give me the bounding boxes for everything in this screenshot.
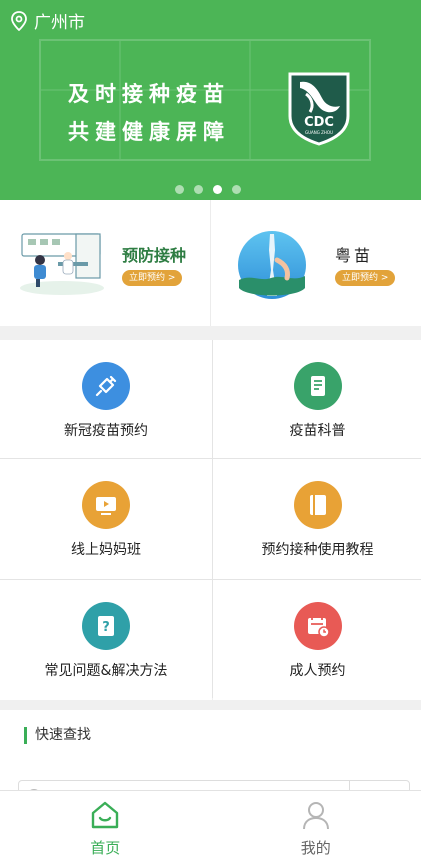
calendar-clock-icon bbox=[293, 602, 342, 650]
tab-home[interactable]: 首页 bbox=[0, 791, 211, 860]
banner-carousel[interactable]: 广州市 及时接种疫苗 共建健康屏障 CDC GUANG ZHOU bbox=[0, 0, 421, 200]
service-grid: 新冠疫苗预约 疫苗科普 线上妈妈班 预约接种使用教程 ? 常见问题&解决方法 成… bbox=[0, 340, 421, 700]
tab-mine[interactable]: 我的 bbox=[211, 791, 421, 860]
tab-label: 首页 bbox=[90, 839, 121, 857]
location-pin-icon bbox=[11, 10, 27, 31]
feature-card-vaccination[interactable]: 预防接种 立即预约 > bbox=[0, 200, 210, 326]
book-icon bbox=[293, 481, 342, 529]
grid-item-faq[interactable]: ? 常见问题&解决方法 bbox=[0, 580, 212, 700]
grid-item-online-mom-class[interactable]: 线上妈妈班 bbox=[0, 459, 212, 579]
banner-slogan-line2: 共建健康屏障 bbox=[68, 120, 230, 144]
carousel-dot[interactable] bbox=[175, 185, 184, 194]
feature-card-yuemiao[interactable]: 粤苗 立即预约 > bbox=[210, 200, 421, 326]
tab-label: 我的 bbox=[300, 839, 331, 857]
book-now-button[interactable]: 立即预约 > bbox=[122, 270, 183, 286]
clinic-illustration bbox=[20, 233, 104, 295]
grid-item-adult-booking[interactable]: 成人预约 bbox=[213, 580, 421, 700]
quick-find-section: 快速查找 搜索 bbox=[0, 710, 421, 812]
canton-tower-illustration bbox=[238, 231, 306, 299]
carousel-dot[interactable] bbox=[194, 185, 203, 194]
grid-item-vaccine-science[interactable]: 疫苗科普 bbox=[213, 340, 421, 458]
location-selector[interactable]: 广州市 bbox=[10, 8, 85, 33]
carousel-indicator bbox=[175, 185, 241, 194]
grid-item-label: 成人预约 bbox=[289, 663, 346, 679]
grid-item-covid-vaccine-booking[interactable]: 新冠疫苗预约 bbox=[0, 340, 212, 458]
grid-item-label: 疫苗科普 bbox=[289, 423, 346, 439]
cdc-logo: CDC GUANG ZHOU bbox=[288, 72, 350, 146]
question-doc-icon: ? bbox=[82, 602, 130, 650]
svg-text:?: ? bbox=[102, 620, 110, 635]
quick-find-title: 快速查找 bbox=[24, 727, 91, 744]
cdc-logo-subtext: GUANG ZHOU bbox=[305, 130, 333, 135]
bottom-navigation: 首页 我的 bbox=[0, 790, 421, 860]
book-now-button[interactable]: 立即预约 > bbox=[335, 270, 396, 286]
user-icon bbox=[302, 802, 329, 830]
carousel-dot-active[interactable] bbox=[213, 185, 222, 194]
syringe-icon bbox=[82, 362, 130, 410]
grid-item-label: 常见问题&解决方法 bbox=[44, 663, 168, 679]
grid-item-label: 线上妈妈班 bbox=[71, 542, 141, 558]
feature-title: 粤苗 bbox=[335, 246, 374, 265]
home-icon bbox=[92, 801, 119, 829]
location-label: 广州市 bbox=[34, 13, 85, 33]
banner-slogan-line1: 及时接种疫苗 bbox=[68, 82, 230, 106]
carousel-dot[interactable] bbox=[232, 185, 241, 194]
feature-cards: 预防接种 立即预约 > 粤苗 立即预约 > bbox=[0, 200, 421, 326]
grid-item-label: 新冠疫苗预约 bbox=[64, 423, 148, 439]
feature-title: 预防接种 bbox=[122, 246, 187, 265]
cdc-logo-text: CDC bbox=[304, 115, 334, 130]
document-icon bbox=[293, 362, 342, 410]
video-play-icon bbox=[82, 481, 130, 529]
grid-item-booking-tutorial[interactable]: 预约接种使用教程 bbox=[213, 459, 421, 579]
grid-item-label: 预约接种使用教程 bbox=[261, 542, 374, 558]
